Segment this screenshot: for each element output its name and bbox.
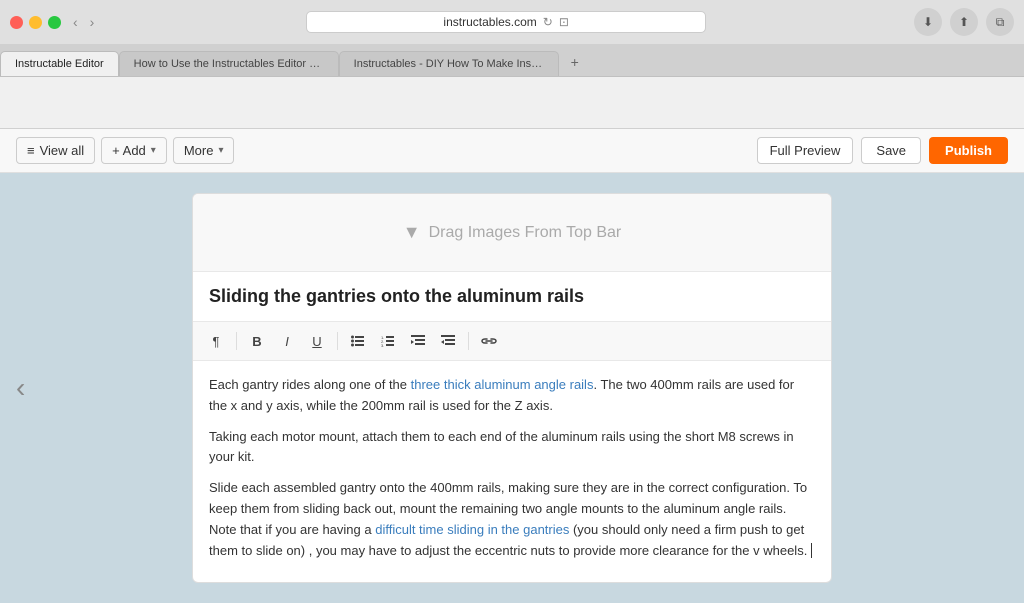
link-text-2: difficult time sliding in the gantries [375, 522, 569, 537]
format-toolbar: ¶ B I U 1. 2. [193, 322, 831, 361]
download-button[interactable]: ⬇ [914, 8, 942, 36]
fmt-separator-2 [337, 332, 338, 350]
text-cursor [807, 543, 812, 558]
decrease-indent-icon [411, 335, 425, 347]
save-button[interactable]: Save [861, 137, 921, 164]
nav-buttons: ‹ › [69, 12, 98, 32]
tab-instructable-editor[interactable]: Instructable Editor [0, 51, 119, 76]
increase-indent-button[interactable] [435, 328, 461, 354]
increase-indent-icon [441, 335, 455, 347]
paragraph-3: Slide each assembled gantry onto the 400… [209, 478, 815, 561]
address-bar[interactable]: instructables.com ↻ ⊡ [306, 11, 706, 33]
browser-chrome: ‹ › instructables.com ↻ ⊡ ⬇ ⬆ ⧉ Instruct… [0, 0, 1024, 77]
title-bar: ‹ › instructables.com ↻ ⊡ ⬇ ⬆ ⧉ [0, 0, 1024, 44]
add-label: + Add [112, 143, 146, 158]
ordered-list-icon: 1. 2. 3. [381, 335, 395, 347]
unordered-list-button[interactable] [345, 328, 371, 354]
tab-how-to-use[interactable]: How to Use the Instructables Editor - Al… [119, 51, 339, 76]
title-input[interactable] [209, 286, 815, 307]
address-bar-wrapper: instructables.com ↻ ⊡ [106, 11, 906, 33]
tab-instructables-diy[interactable]: Instructables - DIY How To Make Instruct… [339, 51, 559, 76]
tabs-button[interactable]: ⧉ [986, 8, 1014, 36]
paragraph-2: Taking each motor mount, attach them to … [209, 427, 815, 469]
more-chevron-icon: ▾ [218, 145, 223, 156]
drag-down-icon: ▼ [403, 222, 421, 243]
browser-actions: ⬇ ⬆ ⧉ [914, 8, 1014, 36]
full-preview-label: Full Preview [770, 143, 841, 158]
italic-button[interactable]: I [274, 328, 300, 354]
bold-button[interactable]: B [244, 328, 270, 354]
more-label: More [184, 143, 214, 158]
toolbar-right: Full Preview Save Publish [757, 137, 1008, 164]
minimize-button[interactable] [29, 16, 42, 29]
link-icon [481, 335, 497, 347]
toolbar-left: ≡ View all + Add ▾ More ▾ [16, 137, 749, 164]
editor-body[interactable]: Each gantry rides along one of the three… [193, 361, 831, 583]
title-field [193, 272, 831, 322]
drag-images-area[interactable]: ▼ Drag Images From Top Bar [193, 194, 831, 272]
reload-icon[interactable]: ↻ [543, 15, 553, 29]
view-all-button[interactable]: ≡ View all [16, 137, 95, 164]
editor-toolbar: ≡ View all + Add ▾ More ▾ Full Preview S… [0, 129, 1024, 173]
add-chevron-icon: ▾ [151, 145, 156, 156]
more-button[interactable]: More ▾ [173, 137, 235, 164]
link-button[interactable] [476, 328, 502, 354]
expand-icon: ⊡ [559, 15, 569, 29]
window-controls [10, 16, 61, 29]
close-button[interactable] [10, 16, 23, 29]
maximize-button[interactable] [48, 16, 61, 29]
save-label: Save [876, 143, 906, 158]
drag-placeholder-text: Drag Images From Top Bar [429, 224, 622, 242]
link-text-1: three thick aluminum angle rails [411, 377, 594, 392]
list-icon: ≡ [27, 143, 35, 158]
share-button[interactable]: ⬆ [950, 8, 978, 36]
add-button[interactable]: + Add ▾ [101, 137, 167, 164]
image-drop-bar [0, 77, 1024, 129]
paragraph-1: Each gantry rides along one of the three… [209, 375, 815, 417]
back-button[interactable]: ‹ [69, 12, 82, 32]
decrease-indent-button[interactable] [405, 328, 431, 354]
paragraph-button[interactable]: ¶ [203, 328, 229, 354]
fmt-separator-1 [236, 332, 237, 350]
url-text: instructables.com [443, 15, 536, 29]
svg-text:3.: 3. [381, 343, 384, 347]
fmt-separator-3 [468, 332, 469, 350]
underline-button[interactable]: U [304, 328, 330, 354]
unordered-list-icon [351, 335, 365, 347]
publish-button[interactable]: Publish [929, 137, 1008, 164]
ordered-list-button[interactable]: 1. 2. 3. [375, 328, 401, 354]
tab-bar: Instructable Editor How to Use the Instr… [0, 44, 1024, 76]
back-arrow-button[interactable]: ‹ [16, 372, 25, 404]
tab-add-button[interactable]: + [561, 48, 589, 76]
editor-container: ▼ Drag Images From Top Bar ¶ B I U [192, 193, 832, 583]
full-preview-button[interactable]: Full Preview [757, 137, 854, 164]
publish-label: Publish [945, 143, 992, 158]
main-content: ‹ ▼ Drag Images From Top Bar ¶ B I U [0, 173, 1024, 603]
forward-button[interactable]: › [86, 12, 99, 32]
view-all-label: View all [40, 143, 85, 158]
